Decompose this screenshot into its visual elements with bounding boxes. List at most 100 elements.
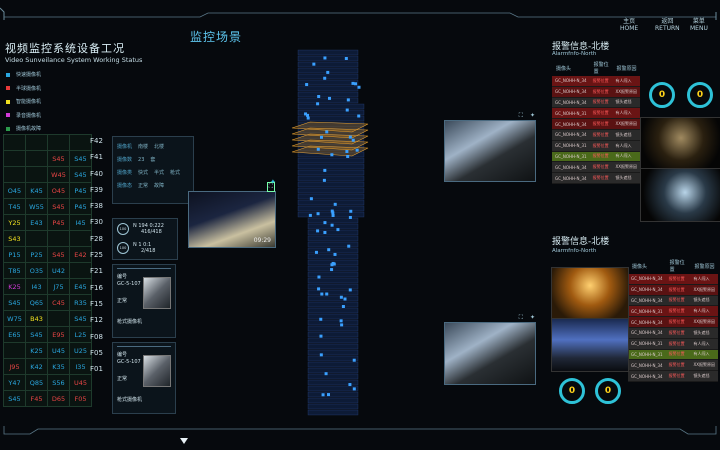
camera-cell[interactable]: E45 bbox=[69, 278, 92, 295]
nav-home-button[interactable]: 主页 HOME bbox=[620, 18, 638, 32]
alarm-row[interactable]: GC_NOHH-N_34 报警位置 镜头遮挡 bbox=[552, 172, 640, 184]
camera-cell[interactable]: K45 bbox=[25, 182, 48, 199]
floor-label[interactable]: F08 bbox=[90, 329, 103, 345]
camera-cell[interactable]: S45 bbox=[3, 390, 26, 407]
fullscreen-icon[interactable]: ⛶ bbox=[519, 314, 523, 322]
camera-cell[interactable]: Y47 bbox=[3, 374, 26, 391]
camera-cell[interactable]: F45 bbox=[25, 390, 48, 407]
floor-label[interactable]: F15 bbox=[90, 296, 103, 312]
alarm-row[interactable]: GC_NOHH-N_34 报警位置 镜头遮挡 bbox=[552, 97, 640, 109]
alarm-row[interactable]: GC_NOHH-N_34 报警位置 镜头遮挡 bbox=[628, 327, 718, 339]
pin-icon[interactable]: ✦ bbox=[270, 178, 276, 186]
floor-label[interactable]: F42 bbox=[90, 133, 103, 149]
camera-cell[interactable]: L25 bbox=[69, 326, 92, 343]
nav-menu-button[interactable]: 菜单 MENU bbox=[690, 18, 708, 32]
camera-cell[interactable]: U42 bbox=[47, 262, 70, 279]
floor-label[interactable]: F21 bbox=[90, 263, 103, 279]
camera-cell[interactable]: K35 bbox=[47, 358, 70, 375]
camera-cell[interactable]: Q85 bbox=[25, 374, 48, 391]
alarm-thumbnail-1[interactable] bbox=[640, 117, 720, 169]
camera-cell[interactable]: K42 bbox=[25, 358, 48, 375]
camera-cell[interactable]: S45 bbox=[47, 150, 70, 167]
building-3d-model[interactable] bbox=[290, 44, 372, 420]
camera-cell[interactable]: P45 bbox=[47, 214, 70, 231]
camera-cell[interactable]: W45 bbox=[47, 166, 70, 183]
camera-cell[interactable]: F05 bbox=[69, 390, 92, 407]
camera-preview[interactable] bbox=[143, 277, 171, 309]
floor-label[interactable]: F16 bbox=[90, 280, 103, 296]
camera-cell[interactable]: I43 bbox=[25, 278, 48, 295]
camera-cell[interactable]: I45 bbox=[69, 214, 92, 231]
alarm-row[interactable]: GC_NOHH-N_34 报警位置 镜头遮挡 bbox=[628, 370, 718, 382]
nav-return-button[interactable]: 返回 RETURN bbox=[655, 18, 680, 32]
alarm-row[interactable]: GC_NOHH-N_34 报警位置 XX报警原因 bbox=[552, 86, 640, 98]
camera-detail-card-1[interactable]: 编号 GC-5-107 正常 枪式摄像机 bbox=[112, 264, 176, 338]
camera-cell[interactable]: P45 bbox=[69, 182, 92, 199]
camera-cell[interactable]: K25 bbox=[25, 342, 48, 359]
camera-cell[interactable]: S45 bbox=[69, 150, 92, 167]
camera-cell[interactable]: P25 bbox=[25, 246, 48, 263]
camera-cell[interactable]: U45 bbox=[69, 374, 92, 391]
camera-cell[interactable]: J75 bbox=[47, 278, 70, 295]
camera-cell[interactable]: Q65 bbox=[25, 294, 48, 311]
floor-label[interactable]: F39 bbox=[90, 182, 103, 198]
camera-cell[interactable]: J95 bbox=[3, 358, 26, 375]
camera-cell[interactable]: E42 bbox=[69, 246, 92, 263]
alarm-row[interactable]: GC_NOHH-N_31 报警位置 有人闯入 bbox=[628, 305, 718, 318]
alarm-thumbnail-4[interactable] bbox=[551, 318, 629, 372]
alarm-row[interactable]: GC_NOHH-N_34 报警位置 镜头遮挡 bbox=[628, 295, 718, 307]
camera-cell[interactable]: D65 bbox=[47, 390, 70, 407]
floor-label[interactable]: F05 bbox=[90, 345, 103, 361]
camera-cell[interactable]: I35 bbox=[69, 358, 92, 375]
alarm-row[interactable]: GC_NOHH-N_31 报警位置 有人闯入 bbox=[628, 338, 718, 350]
camera-cell[interactable]: S45 bbox=[47, 246, 70, 263]
camera-cell[interactable]: T45 bbox=[3, 198, 26, 215]
camera-cell[interactable]: S45 bbox=[69, 310, 92, 327]
floor-label[interactable]: F38 bbox=[90, 198, 103, 214]
pin-icon[interactable]: ✦ bbox=[530, 314, 535, 321]
video-feed-right-bottom[interactable]: ⛶ ✦ bbox=[444, 314, 536, 385]
floor-label[interactable]: F28 bbox=[90, 231, 103, 247]
floor-label[interactable]: F25 bbox=[90, 247, 103, 263]
camera-cell[interactable]: S43 bbox=[3, 230, 26, 247]
alarm-row[interactable]: GC_NOHH-N_34 报警位置 镜头遮挡 bbox=[552, 129, 640, 141]
camera-cell[interactable]: P45 bbox=[69, 198, 92, 215]
camera-detail-card-2[interactable]: 编号 GC-5-107 正常 枪式摄像机 bbox=[112, 342, 176, 414]
camera-cell[interactable]: U25 bbox=[69, 342, 92, 359]
video-feed-right-top[interactable]: ⛶ ✦ bbox=[444, 112, 536, 182]
camera-cell[interactable]: E43 bbox=[25, 214, 48, 231]
camera-cell[interactable]: O45 bbox=[47, 182, 70, 199]
camera-cell[interactable]: E95 bbox=[47, 326, 70, 343]
alarm-row[interactable]: GC_NOHH-N_34 报警位置 XX报警原因 bbox=[628, 316, 718, 328]
camera-cell[interactable]: W75 bbox=[3, 310, 26, 327]
camera-cell[interactable]: C45 bbox=[47, 294, 70, 311]
camera-preview[interactable] bbox=[143, 355, 171, 387]
alarm-thumbnail-3[interactable] bbox=[551, 267, 629, 319]
floor-label[interactable]: F30 bbox=[90, 214, 103, 230]
camera-cell[interactable]: W55 bbox=[25, 198, 48, 215]
alarm-row[interactable]: GC_NOHH-N_31 报警位置 有人闯入 bbox=[552, 151, 640, 163]
alarm-row[interactable]: GC_NOHH-N_34 报警位置 XX报警原因 bbox=[628, 359, 718, 372]
alarm-thumbnail-2[interactable] bbox=[640, 168, 720, 222]
camera-cell[interactable]: E65 bbox=[3, 326, 26, 343]
camera-cell[interactable]: S45 bbox=[47, 198, 70, 215]
camera-cell[interactable]: P15 bbox=[3, 246, 26, 263]
floor-label[interactable]: F01 bbox=[90, 361, 103, 377]
alarm-row[interactable]: GC_NOHH-N_34 报警位置 XX报警原因 bbox=[552, 118, 640, 130]
alarm-row[interactable]: GC_NOHH-N_34 报警位置 XX报警原因 bbox=[552, 161, 640, 174]
camera-cell[interactable]: S45 bbox=[25, 326, 48, 343]
camera-cell[interactable]: S45 bbox=[69, 166, 92, 183]
camera-cell[interactable]: B43 bbox=[25, 310, 48, 327]
camera-cell[interactable]: R35 bbox=[69, 294, 92, 311]
camera-cell[interactable]: O45 bbox=[3, 182, 26, 199]
alarm-row[interactable]: GC_NOHH-N_31 报警位置 有人闯入 bbox=[552, 140, 640, 152]
video-feed-left[interactable]: ⛶ 09:29 bbox=[188, 182, 276, 248]
floor-label[interactable]: F41 bbox=[90, 149, 103, 165]
camera-cell[interactable]: U45 bbox=[47, 342, 70, 359]
camera-cell[interactable]: T85 bbox=[3, 262, 26, 279]
alarm-row[interactable]: GC_NOHH-N_34 报警位置 XX报警原因 bbox=[628, 284, 718, 296]
alarm-row[interactable]: GC_NOHH-N_34 报警位置 有人闯入 bbox=[628, 274, 718, 285]
floor-label[interactable]: F40 bbox=[90, 166, 103, 182]
alarm-row[interactable]: GC_NOHH-N_34 报警位置 有人闯入 bbox=[552, 76, 640, 87]
pin-icon[interactable]: ✦ bbox=[530, 112, 535, 119]
